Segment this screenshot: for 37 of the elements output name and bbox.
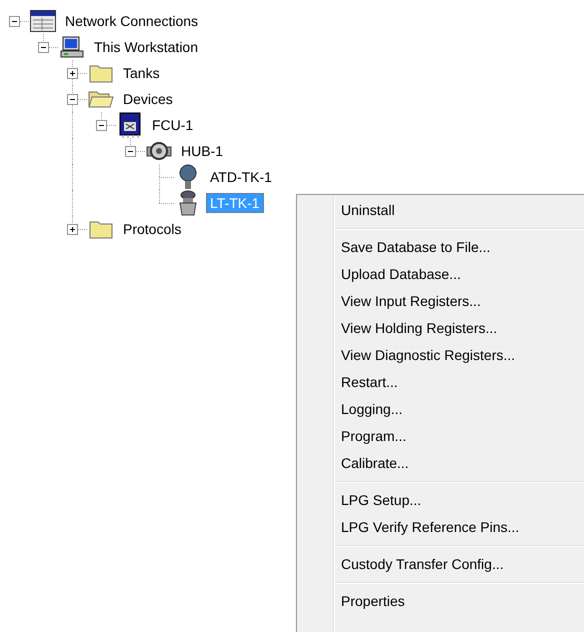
menu-item[interactable]: LPG Verify Reference Pins... [297, 514, 584, 541]
menu-item[interactable]: Properties [297, 588, 584, 615]
network-icon [30, 10, 56, 32]
menu-item[interactable]: View Diagnostic Registers... [297, 342, 584, 369]
tree-item[interactable]: This Workstation [90, 37, 202, 57]
circuit-board-icon [119, 112, 141, 138]
computer-icon [60, 36, 84, 58]
menu-item[interactable]: Upload Database... [297, 261, 584, 288]
tree-item[interactable]: ATD-TK-1 [206, 167, 276, 187]
tree-item[interactable]: Tanks [119, 63, 164, 83]
menu-item[interactable]: Program... [297, 423, 584, 450]
menu-item[interactable]: View Input Registers... [297, 288, 584, 315]
menu-item[interactable]: Restart... [297, 369, 584, 396]
menu-item[interactable]: View Holding Registers... [297, 315, 584, 342]
expand-toggle[interactable] [67, 224, 78, 235]
expand-toggle[interactable] [125, 146, 136, 157]
menu-item[interactable]: Uninstall [297, 197, 584, 224]
menu-item[interactable]: Calibrate... [297, 450, 584, 477]
expand-toggle[interactable] [38, 42, 49, 53]
menu-item[interactable]: Save Database to File... [297, 234, 584, 261]
folder-icon [89, 219, 113, 239]
menu-item[interactable]: Logging... [297, 396, 584, 423]
tree-item[interactable]: Devices [119, 89, 177, 109]
tree-item[interactable]: FCU-1 [148, 115, 198, 135]
open-folder-icon [88, 89, 114, 109]
expand-toggle[interactable] [96, 120, 107, 131]
expand-toggle[interactable] [67, 94, 78, 105]
folder-icon [89, 63, 113, 83]
menu-item[interactable]: LPG Setup... [297, 487, 584, 514]
tree-item[interactable]: Protocols [119, 219, 186, 239]
expand-toggle[interactable] [67, 68, 78, 79]
expand-toggle[interactable] [9, 16, 20, 27]
level-transmitter-icon [177, 190, 199, 216]
transmitter-icon [178, 164, 198, 190]
tree-item[interactable]: Network Connections [61, 11, 202, 31]
menu-item[interactable]: Custody Transfer Config... [297, 551, 584, 578]
tree-item[interactable]: HUB-1 [177, 141, 228, 161]
